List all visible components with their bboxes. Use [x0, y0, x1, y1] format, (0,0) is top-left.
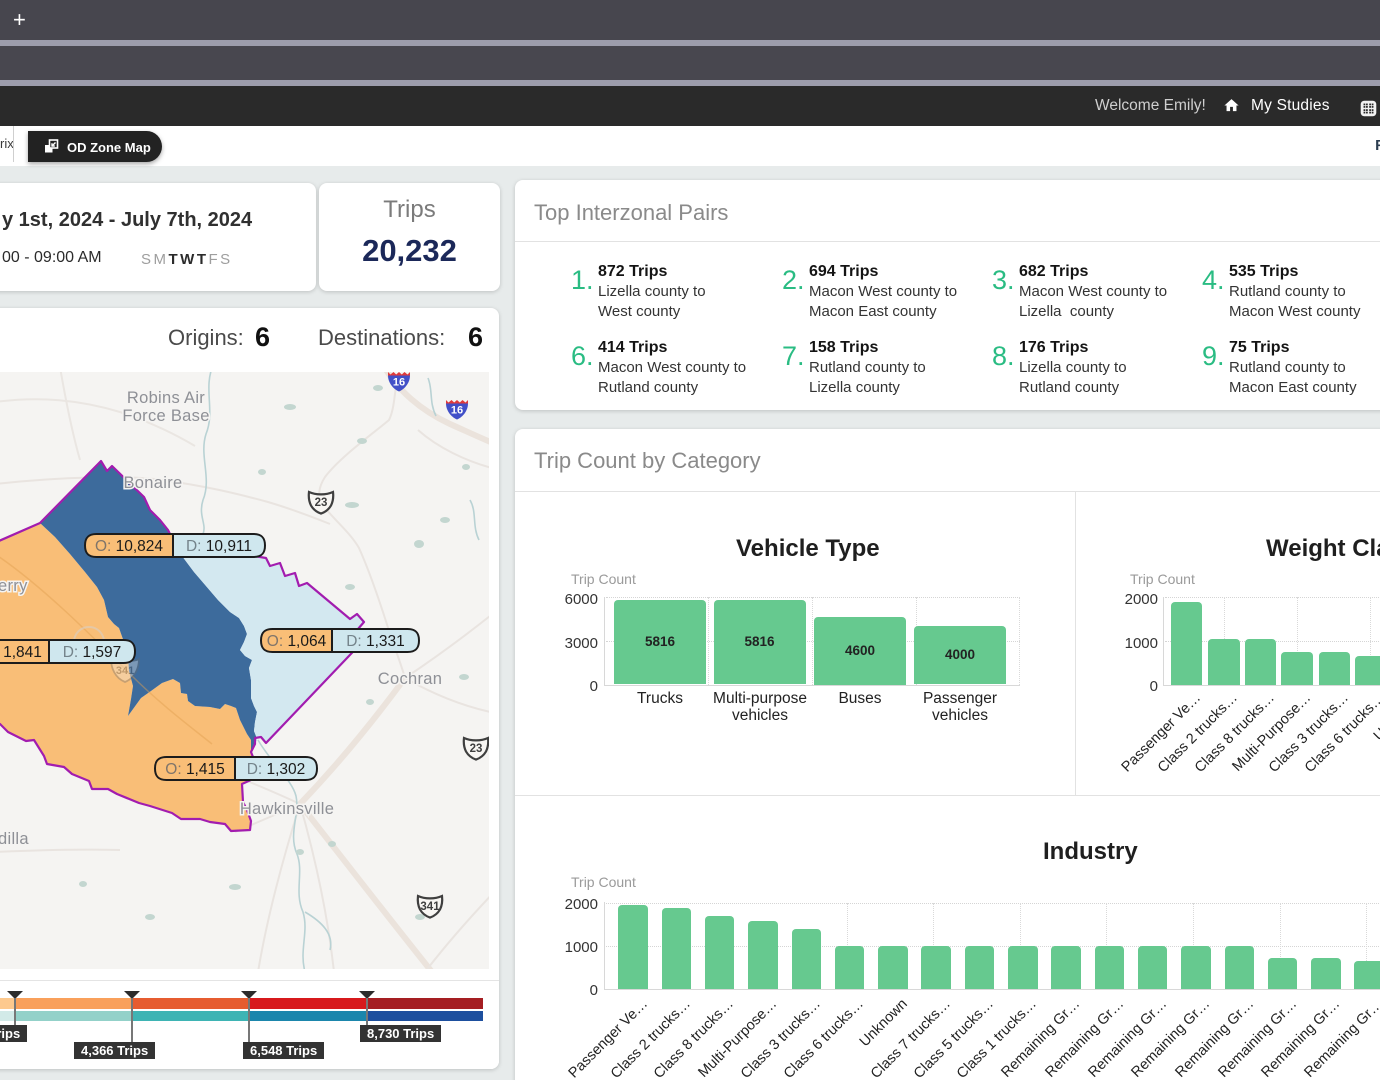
- svg-text:Force Base: Force Base: [122, 407, 209, 425]
- svg-text:D: 10,911: D: 10,911: [186, 538, 252, 555]
- svg-text:23: 23: [315, 497, 328, 509]
- svg-text:O: 1,415: O: 1,415: [165, 761, 224, 778]
- svg-text:O: 10,824: O: 10,824: [95, 538, 163, 555]
- svg-text:Cochran: Cochran: [378, 670, 442, 688]
- svg-text:Bonaire: Bonaire: [124, 474, 183, 492]
- svg-text:Robins Air: Robins Air: [127, 389, 205, 407]
- svg-text:erry: erry: [0, 577, 28, 595]
- svg-text:16: 16: [393, 377, 405, 389]
- svg-text:D: 1,331: D: 1,331: [346, 633, 405, 650]
- svg-text:1,841: 1,841: [3, 644, 42, 661]
- svg-text:O: 1,064: O: 1,064: [267, 633, 327, 650]
- svg-text:341: 341: [420, 901, 440, 913]
- svg-text:Hawkinsville: Hawkinsville: [240, 800, 334, 818]
- svg-text:D: 1,597: D: 1,597: [63, 644, 122, 661]
- svg-text:16: 16: [451, 405, 463, 417]
- svg-text:dilla: dilla: [0, 830, 29, 848]
- svg-text:23: 23: [470, 743, 483, 755]
- svg-text:D: 1,302: D: 1,302: [247, 761, 306, 778]
